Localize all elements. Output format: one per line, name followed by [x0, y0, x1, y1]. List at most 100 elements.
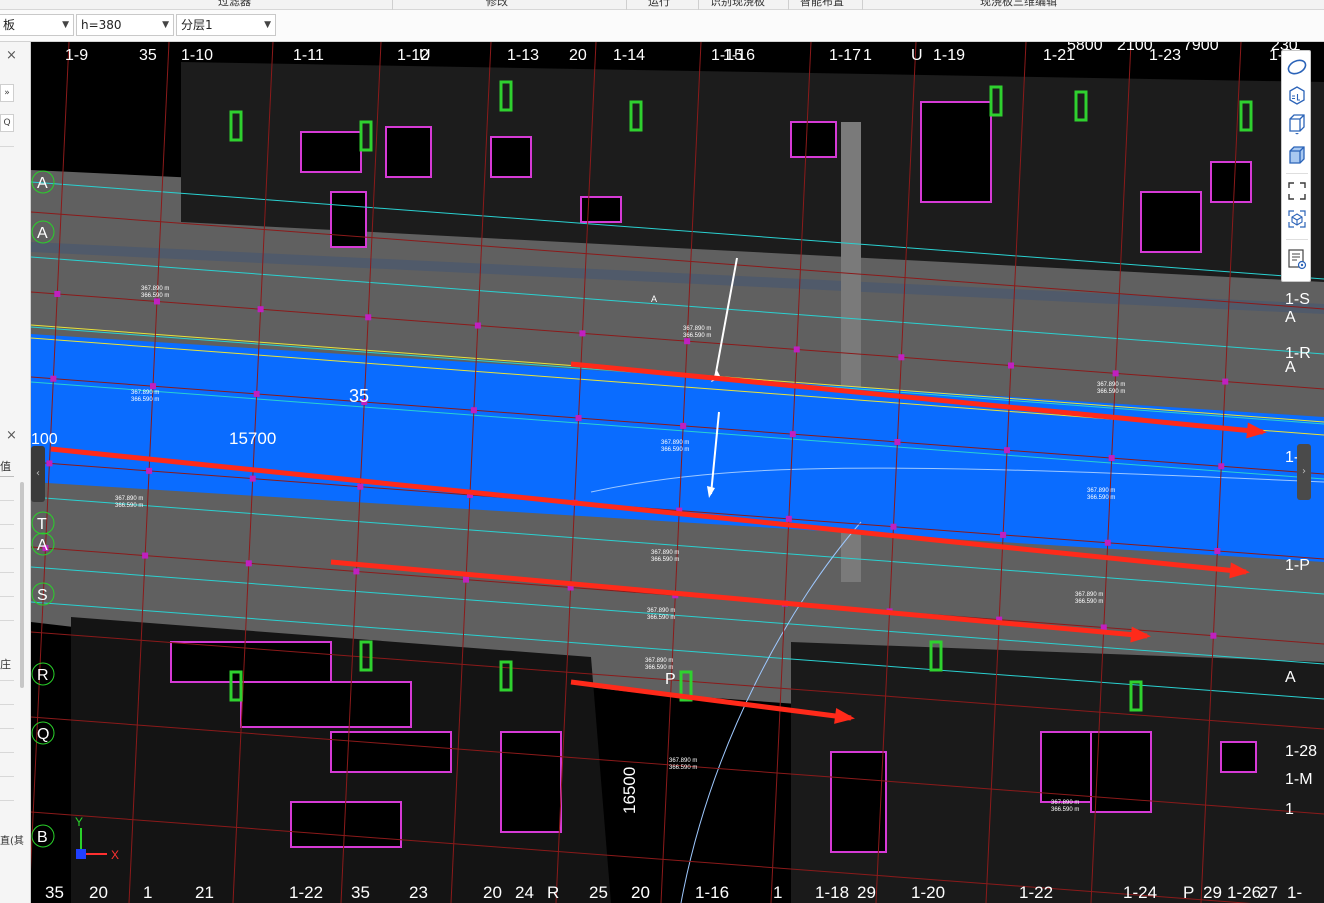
- top-axis-label: U: [419, 47, 431, 64]
- cad-drawing[interactable]: 1-9 35 1-10 1-11 1-12U 1-13 20 1-14 1-151-16 1-17…: [31, 42, 1324, 903]
- column[interactable]: [793, 346, 800, 353]
- column[interactable]: [1214, 547, 1221, 554]
- column[interactable]: [50, 375, 57, 382]
- ribbon-separator: [626, 0, 627, 10]
- app-window: 过滤器 修改 运行 识别现浇板 智能布置 现浇板三维编辑 板 ▼ h=380 ▼…: [0, 0, 1324, 903]
- column[interactable]: [150, 383, 157, 390]
- layer-select[interactable]: 分层1 ▼: [176, 14, 276, 36]
- column[interactable]: [54, 290, 61, 297]
- column[interactable]: [146, 467, 153, 474]
- column[interactable]: [890, 523, 897, 530]
- property-row[interactable]: [0, 752, 14, 753]
- top-axis-label: 1-9: [65, 47, 88, 64]
- column[interactable]: [575, 415, 582, 422]
- component-view-button[interactable]: [1285, 207, 1309, 231]
- bottom-axis-label: 20: [89, 883, 108, 902]
- column[interactable]: [789, 431, 796, 438]
- top-axis-label: 1-16: [723, 47, 755, 64]
- room-block: [500, 731, 562, 833]
- layer-view-button[interactable]: [1285, 247, 1309, 271]
- column[interactable]: [470, 407, 477, 414]
- column[interactable]: [357, 483, 364, 490]
- property-row[interactable]: [0, 500, 14, 501]
- ribbon-label-smart-layout[interactable]: 智能布置: [800, 0, 844, 9]
- column[interactable]: [245, 560, 252, 567]
- column[interactable]: [353, 568, 360, 575]
- column[interactable]: [1222, 378, 1229, 385]
- ribbon-label-filter[interactable]: 过滤器: [218, 0, 251, 9]
- column[interactable]: [1004, 447, 1011, 454]
- fullscreen-button[interactable]: [1285, 179, 1309, 203]
- ribbon-label-identify-slab[interactable]: 识别现浇板: [710, 0, 765, 9]
- column[interactable]: [257, 306, 264, 313]
- toolbar-separator: [1286, 239, 1308, 240]
- elevation-tag: 367.890 m: [131, 390, 159, 396]
- column[interactable]: [1104, 539, 1111, 546]
- column[interactable]: [894, 438, 901, 445]
- column[interactable]: [1218, 463, 1225, 470]
- column[interactable]: [365, 314, 372, 321]
- view-orbit-button[interactable]: [1285, 55, 1309, 79]
- view-box-button[interactable]: [1285, 111, 1309, 135]
- column[interactable]: [1007, 362, 1014, 369]
- column[interactable]: [463, 576, 470, 583]
- search-button[interactable]: Q: [0, 114, 14, 132]
- column[interactable]: [153, 298, 160, 305]
- property-row[interactable]: [0, 620, 14, 621]
- ribbon-label-modify[interactable]: 修改: [486, 0, 508, 9]
- column[interactable]: [785, 515, 792, 522]
- room-block: [300, 131, 362, 173]
- elevation-tag: 366.590 m: [115, 503, 143, 509]
- bottom-axis-label: 1: [143, 883, 152, 902]
- ribbon-label-slab-3d-edit[interactable]: 现浇板三维编辑: [980, 0, 1057, 9]
- column[interactable]: [680, 422, 687, 429]
- column[interactable]: [684, 338, 691, 345]
- column[interactable]: [1108, 455, 1115, 462]
- collapse-left-tab[interactable]: ‹: [31, 446, 45, 502]
- panel-scrollbar[interactable]: [20, 482, 24, 688]
- column[interactable]: [253, 390, 260, 397]
- elevation-tag: 366.590 m: [661, 447, 689, 453]
- cad-viewport[interactable]: 1-9 35 1-10 1-11 1-12 U 1-13 20 1-14 1-15 1-16 1-17…: [31, 42, 1324, 903]
- column[interactable]: [1112, 370, 1119, 377]
- ribbon-label-run[interactable]: 运行: [648, 0, 670, 9]
- column[interactable]: [142, 552, 149, 559]
- column[interactable]: [474, 322, 481, 329]
- elevation-tag: 366.590 m: [131, 397, 159, 403]
- bottom-axis-label: P: [1183, 883, 1194, 902]
- bottom-axis-label: 29: [1203, 883, 1222, 902]
- elevation-select[interactable]: h=380 ▼: [76, 14, 174, 36]
- left-side-panel: × » Q × 值 庄 直(其: [0, 42, 31, 903]
- property-row[interactable]: [0, 728, 14, 729]
- property-row[interactable]: [0, 548, 14, 549]
- property-row[interactable]: [0, 596, 14, 597]
- property-row[interactable]: [0, 680, 14, 681]
- bottom-axis-label: 1-22: [289, 883, 323, 902]
- close-icon[interactable]: ×: [6, 48, 17, 63]
- view-3d-button[interactable]: [1285, 83, 1309, 107]
- column[interactable]: [579, 330, 586, 337]
- property-row[interactable]: [0, 524, 14, 525]
- property-row[interactable]: [0, 776, 14, 777]
- room-block: [1210, 161, 1252, 203]
- left-axis-label: R: [37, 667, 49, 684]
- close-icon[interactable]: ×: [6, 428, 17, 443]
- column[interactable]: [1210, 632, 1217, 639]
- elevation-tag: 367.890 m: [1075, 592, 1103, 598]
- property-row[interactable]: [0, 572, 14, 573]
- view-solid-button[interactable]: [1285, 143, 1309, 167]
- property-row[interactable]: [0, 800, 14, 801]
- elevation-tag: 367.890 m: [647, 608, 675, 614]
- property-toolbar: 板 ▼ h=380 ▼ 分层1 ▼: [0, 10, 1324, 42]
- top-axis-label: 20: [569, 47, 587, 64]
- collapse-right-tab[interactable]: ›: [1297, 444, 1311, 500]
- chevron-down-icon: ▼: [62, 20, 69, 30]
- component-type-select[interactable]: 板 ▼: [0, 14, 74, 36]
- column[interactable]: [46, 460, 53, 467]
- property-row[interactable]: [0, 704, 14, 705]
- ucs-y-label: Y: [75, 815, 83, 829]
- expand-button[interactable]: »: [0, 84, 14, 102]
- column[interactable]: [249, 475, 256, 482]
- column[interactable]: [1000, 531, 1007, 538]
- column[interactable]: [898, 354, 905, 361]
